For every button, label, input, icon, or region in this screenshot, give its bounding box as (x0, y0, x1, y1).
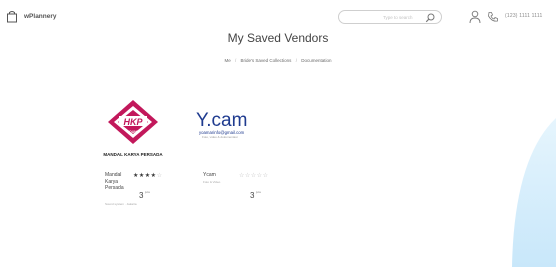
star-outline-icon: ☆ (156, 173, 163, 179)
vendor-card[interactable]: Ycam ☆☆☆☆☆ Foto & Video 3 juta (203, 172, 283, 222)
app-logo[interactable]: wPlannery (6, 10, 57, 23)
breadcrumb-separator: / (295, 58, 297, 63)
price-value: 3 (139, 191, 144, 200)
hkp-logo-subtext: SOUND (127, 130, 140, 134)
search-bar[interactable]: Type to search (338, 10, 442, 24)
price-value: 3 (250, 191, 255, 200)
vendor-name[interactable]: Mandal Karya Persada (105, 172, 127, 192)
breadcrumb-item-3: Documentation (301, 58, 332, 63)
page-title: My Saved Vendors (227, 31, 329, 45)
breadcrumb: Me / Bride's Saved Collections / Documen… (0, 58, 556, 63)
star-outline-icon: ☆ (262, 173, 269, 179)
breadcrumb-separator: / (235, 58, 237, 63)
decorative-curve (512, 118, 556, 267)
phone-icon[interactable] (487, 11, 499, 23)
price-unit: juta (256, 190, 261, 194)
breadcrumb-item-1[interactable]: Me (224, 58, 230, 63)
vendor-card[interactable]: Mandal Karya Persada ★★★★☆ 3 juta Sound … (105, 172, 185, 222)
hkp-sound-logo: HKP SOUND (108, 100, 158, 144)
search-placeholder[interactable]: Type to search (383, 15, 413, 20)
vendor-logo-mandal[interactable]: HKP SOUND MANDAL KARYA PERSADA (88, 98, 178, 160)
vendor-subtitle: Sound system · Jakarta (105, 202, 137, 206)
price-unit: juta (145, 190, 150, 194)
user-icon[interactable] (469, 10, 481, 24)
rating-stars: ☆☆☆☆☆ (239, 172, 268, 179)
phone-number[interactable]: (123) 1111 1111 (505, 13, 542, 19)
search-icon[interactable] (425, 13, 435, 23)
ycam-logo-tagline: Foto, video & dokumentasi (202, 135, 238, 139)
vendor-subtitle: Foto & Video (203, 180, 221, 184)
breadcrumb-item-2[interactable]: Bride's Saved Collections (241, 58, 292, 63)
vendor-name[interactable]: Ycam (203, 172, 225, 179)
rating-stars: ★★★★☆ (133, 172, 162, 179)
vendor-logo-caption: MANDAL KARYA PERSADA (103, 152, 163, 157)
hkp-logo-text: HKP (123, 117, 143, 127)
ycam-logo-text: Y.cam (196, 110, 248, 131)
header: wPlannery Type to search (123) 1111 1111 (0, 0, 556, 34)
bag-icon (7, 11, 17, 23)
vendor-logo-ycam[interactable]: Y.cam yoamarinfo@gmail.com Foto, video &… (196, 110, 280, 146)
app-name: wPlannery (24, 13, 57, 20)
